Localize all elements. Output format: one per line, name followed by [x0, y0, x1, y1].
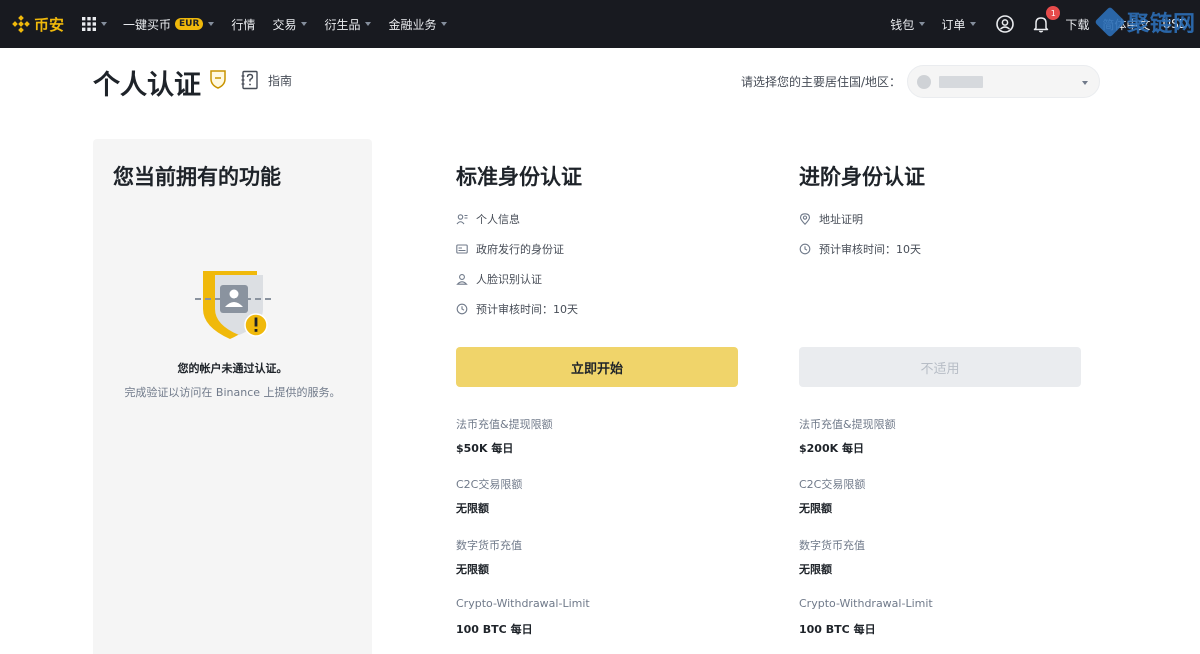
- nav-derivatives-label: 衍生品: [324, 17, 361, 32]
- requirement-text: 个人信息: [476, 213, 520, 226]
- limit-label: C2C交易限额: [799, 478, 866, 491]
- advanced-verification-title: 进阶身份认证: [799, 165, 925, 189]
- chevron-down-icon: [970, 22, 977, 26]
- guide-book-icon[interactable]: [241, 70, 259, 90]
- chevron-down-icon: [1082, 81, 1088, 85]
- limit-label: 数字货币充值: [456, 539, 522, 552]
- apps-menu[interactable]: [82, 17, 108, 31]
- clock-icon: [456, 303, 468, 315]
- page-title: 个人认证: [93, 70, 201, 101]
- limit-value: 无限额: [456, 563, 489, 576]
- country-flag-icon: [917, 74, 931, 89]
- standard-verification-title: 标准身份认证: [456, 165, 582, 189]
- unverified-shield-icon: [195, 271, 273, 339]
- chevron-down-icon: [301, 22, 308, 26]
- nav-trade[interactable]: 交易: [272, 16, 308, 33]
- country-select[interactable]: [907, 65, 1100, 98]
- nav-wallet-label: 钱包: [890, 17, 915, 32]
- requirement-item: 人脸识别认证: [456, 271, 542, 287]
- nav-trade-label: 交易: [272, 17, 297, 32]
- shield-icon: [210, 70, 226, 89]
- unverified-message: 您的帐户未通过认证。: [177, 362, 288, 375]
- chevron-down-icon: [208, 22, 215, 26]
- unverified-subtext: 完成验证以访问在 Binance 上提供的服务。: [124, 386, 341, 399]
- location-icon: [799, 213, 811, 225]
- start-verification-button[interactable]: 立即开始: [456, 347, 738, 387]
- limit-label: 数字货币充值: [799, 539, 865, 552]
- limit-label: 法币充值&提现限额: [799, 418, 896, 431]
- current-features-panel: 您当前拥有的功能 您的帐户未通过认证。 完成验证以访问在 Binance 上提供…: [93, 139, 372, 654]
- nav-buy-crypto-label: 一键买币: [123, 17, 172, 32]
- chevron-down-icon: [101, 22, 108, 26]
- grid-icon: [82, 17, 97, 31]
- limit-value: $50K 每日: [456, 442, 514, 455]
- requirement-item: 预计审核时间：10天: [456, 301, 578, 317]
- nav-finance[interactable]: 金融业务: [388, 16, 448, 33]
- clock-icon: [799, 243, 811, 255]
- requirement-text: 政府发行的身份证: [476, 243, 564, 256]
- watermark-logo-icon: [1094, 6, 1126, 38]
- limit-value: 100 BTC 每日: [456, 623, 533, 636]
- watermark: 聚链网: [1094, 6, 1196, 38]
- nav-wallet[interactable]: 钱包: [890, 16, 926, 33]
- user-info-icon: [456, 214, 468, 225]
- nav-orders[interactable]: 订单: [941, 16, 977, 33]
- residence-label: 请选择您的主要居住国/地区：: [741, 75, 902, 89]
- guide-link[interactable]: 指南: [268, 72, 292, 89]
- limit-label: Crypto-Withdrawal-Limit: [799, 597, 933, 610]
- requirement-item: 政府发行的身份证: [456, 241, 564, 257]
- nav-download[interactable]: 下载: [1065, 16, 1089, 33]
- notification-count: 1: [1046, 6, 1061, 20]
- not-applicable-button: 不适用: [799, 347, 1081, 387]
- limit-value: 无限额: [456, 502, 489, 515]
- requirement-text: 预计审核时间：10天: [476, 303, 578, 316]
- requirement-item: 个人信息: [456, 211, 520, 227]
- binance-logo-icon: [12, 15, 30, 33]
- profile-button[interactable]: [996, 15, 1015, 33]
- nav-finance-label: 金融业务: [388, 17, 437, 32]
- limit-label: C2C交易限额: [456, 478, 523, 491]
- nav-markets[interactable]: 行情: [231, 16, 255, 33]
- requirement-text: 地址证明: [819, 213, 863, 226]
- watermark-text: 聚链网: [1126, 11, 1196, 37]
- notification-button[interactable]: 1: [1032, 6, 1061, 33]
- current-features-title: 您当前拥有的功能: [113, 165, 281, 189]
- limit-value: $200K 每日: [799, 442, 864, 455]
- face-icon: [456, 274, 468, 285]
- nav-markets-label: 行情: [231, 17, 256, 32]
- nav-derivatives[interactable]: 衍生品: [324, 16, 372, 33]
- limit-value: 100 BTC 每日: [799, 623, 876, 636]
- nav-orders-label: 订单: [941, 17, 966, 32]
- limit-value: 无限额: [799, 563, 832, 576]
- requirement-item: 地址证明: [799, 211, 863, 227]
- requirement-text: 人脸识别认证: [476, 273, 542, 286]
- requirement-text: 预计审核时间：10天: [819, 243, 921, 256]
- limit-value: 无限额: [799, 502, 832, 515]
- limit-label: Crypto-Withdrawal-Limit: [456, 597, 590, 610]
- chevron-down-icon: [919, 22, 926, 26]
- nav-buy-crypto[interactable]: 一键买币 EUR: [123, 16, 215, 33]
- currency-badge: EUR: [175, 18, 204, 30]
- chevron-down-icon: [365, 22, 372, 26]
- country-name-redacted: [939, 75, 983, 88]
- chevron-down-icon: [441, 22, 448, 26]
- requirement-item: 预计审核时间：10天: [799, 241, 921, 257]
- nav-download-label: 下载: [1065, 17, 1090, 32]
- top-nav: 币安 一键买币 EUR 行情 交易 衍生品 金融业务 钱包 订单 1 下载 简体…: [0, 0, 1200, 48]
- limit-label: 法币充值&提现限额: [456, 418, 553, 431]
- binance-logo[interactable]: 币安: [12, 14, 64, 35]
- id-card-icon: [456, 244, 468, 254]
- logo-text: 币安: [34, 15, 65, 34]
- user-circle-icon: [996, 15, 1015, 33]
